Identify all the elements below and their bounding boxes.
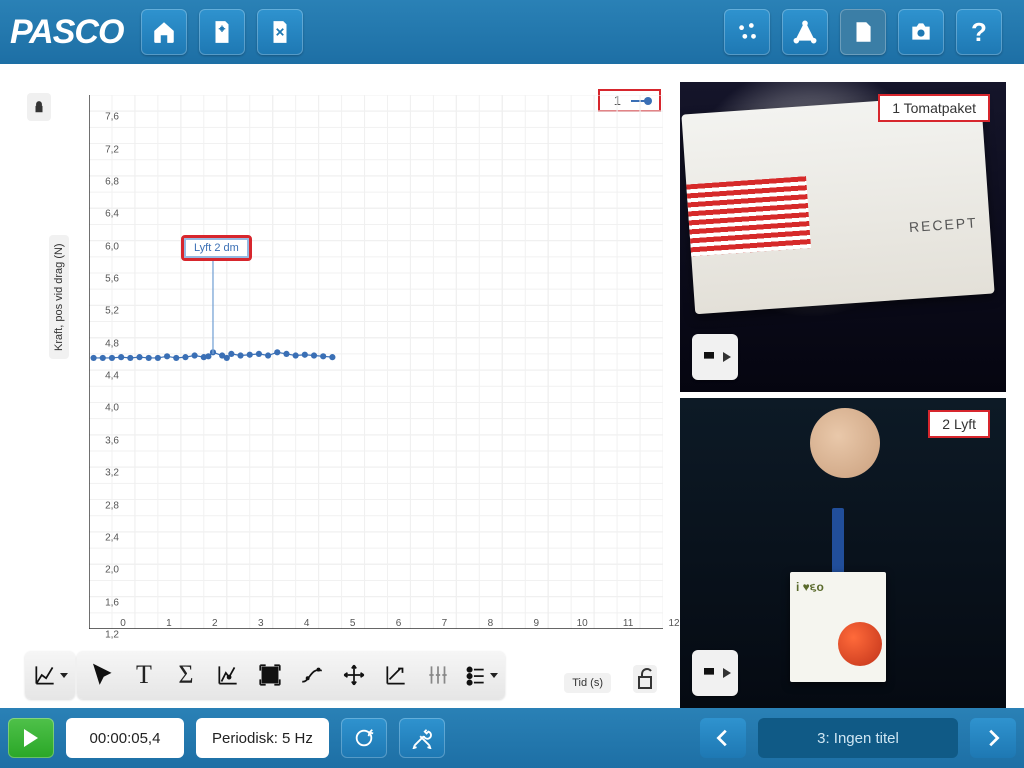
x-axis-lock-button[interactable]	[633, 665, 657, 693]
text-tool-button[interactable]: T	[123, 655, 165, 695]
cursor-tool-button[interactable]	[81, 655, 123, 695]
elapsed-time-display[interactable]: 00:00:05,4	[66, 718, 184, 758]
top-toolbar: PASCO ?	[0, 0, 1024, 64]
series-options-button[interactable]	[459, 655, 501, 695]
close-file-button[interactable]	[257, 9, 303, 55]
y-axis-lock-button[interactable]	[27, 93, 51, 121]
sample-rate-display[interactable]: Periodisk: 5 Hz	[196, 718, 329, 758]
app-logo: PASCO	[10, 13, 123, 52]
sensors-button[interactable]	[724, 9, 770, 55]
sampling-mode-button[interactable]	[341, 718, 387, 758]
record-play-button[interactable]	[8, 718, 54, 758]
next-page-button[interactable]	[970, 718, 1016, 758]
new-file-button[interactable]	[199, 9, 245, 55]
photo-1-box	[681, 94, 994, 314]
help-button[interactable]: ?	[956, 9, 1002, 55]
image-card-2: 2 Lyft	[680, 398, 1006, 708]
multi-axis-button[interactable]	[417, 655, 459, 695]
plot-svg	[89, 95, 663, 629]
fit-curve-button[interactable]	[291, 655, 333, 695]
page-title-display[interactable]: 3: Ingen titel	[758, 718, 958, 758]
bottom-toolbar: 00:00:05,4 Periodisk: 5 Hz 3: Ingen tite…	[0, 708, 1024, 768]
plot-region[interactable]: 1,21,62,02,42,83,23,64,04,44,85,25,66,06…	[89, 95, 663, 629]
camera-button[interactable]	[898, 9, 944, 55]
zoom-fit-button[interactable]	[249, 655, 291, 695]
prev-page-button[interactable]	[700, 718, 746, 758]
y-axis-label[interactable]: Kraft, pos vid drag (N)	[49, 235, 69, 359]
play-icon	[723, 668, 731, 678]
image-panel: 1 Tomatpaket 2 Lyft	[680, 82, 1006, 708]
tools-button[interactable]	[399, 718, 445, 758]
chart-annotation[interactable]: Lyft 2 dm	[181, 235, 252, 261]
chart-type-button[interactable]	[29, 655, 71, 695]
geometry-button[interactable]	[782, 9, 828, 55]
image-1-inspect-button[interactable]	[692, 334, 738, 380]
x-axis-label[interactable]: Tid (s)	[564, 673, 611, 693]
home-button[interactable]	[141, 9, 187, 55]
pan-tool-button[interactable]	[333, 655, 375, 695]
image-card-1: 1 Tomatpaket	[680, 82, 1006, 392]
play-icon	[24, 729, 38, 747]
coords-tool-button[interactable]	[207, 655, 249, 695]
image-2-label[interactable]: 2 Lyft	[928, 410, 990, 438]
image-2-inspect-button[interactable]	[692, 650, 738, 696]
stats-tool-button[interactable]: Σ	[165, 655, 207, 695]
chart-area[interactable]: Kraft, pos vid drag (N) 1 1,21,62,02,42,…	[55, 89, 665, 649]
scale-tool-button[interactable]	[375, 655, 417, 695]
image-1-label[interactable]: 1 Tomatpaket	[878, 94, 990, 122]
chart-panel: Kraft, pos vid drag (N) 1 1,21,62,02,42,…	[18, 82, 674, 708]
chart-toolbar: T Σ	[25, 651, 505, 699]
play-icon	[723, 352, 731, 362]
workspace: Kraft, pos vid drag (N) 1 1,21,62,02,42,…	[0, 64, 1024, 708]
page-button	[840, 9, 886, 55]
